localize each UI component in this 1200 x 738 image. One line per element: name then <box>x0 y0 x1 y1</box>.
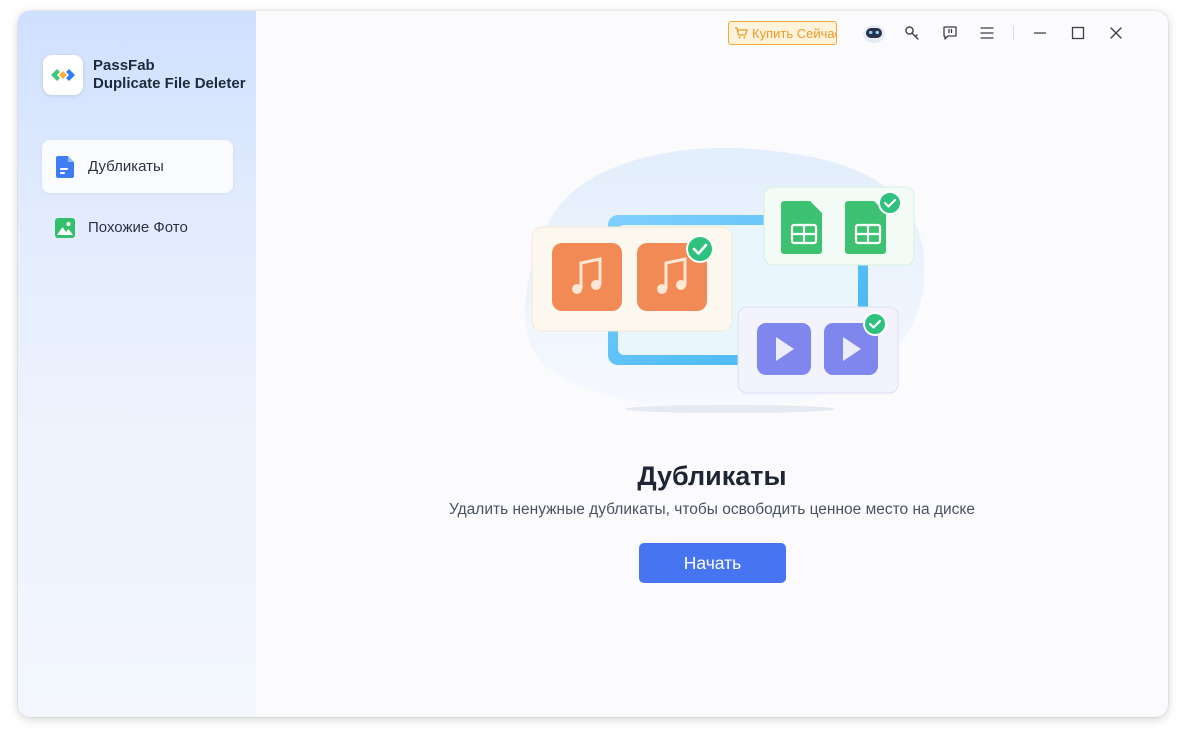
brand-line-1: PassFab <box>93 57 155 74</box>
key-icon[interactable] <box>900 21 924 45</box>
page-subtitle: Удалить ненужные дубликаты, чтобы освобо… <box>449 501 975 518</box>
duplicates-illustration <box>504 145 925 417</box>
buy-now-button[interactable]: Купить Сейчас <box>728 21 837 45</box>
brand-line-2: Duplicate File Deleter <box>93 75 246 92</box>
robot-icon[interactable] <box>862 21 886 45</box>
spreadsheet-duplicates-card <box>763 186 915 266</box>
sidebar-item-label: Похожие Фото <box>88 219 188 236</box>
image-icon <box>55 217 75 239</box>
sidebar-nav: Дубликаты Похожие Фото <box>42 140 233 262</box>
start-button[interactable]: Начать <box>639 543 786 583</box>
brand: PassFab Duplicate File Deleter <box>43 55 246 95</box>
minimize-icon[interactable] <box>1028 21 1052 45</box>
music-duplicates-card <box>531 226 733 332</box>
title-bar-separator <box>1013 26 1014 40</box>
document-icon <box>55 155 75 178</box>
sidebar-item-label: Дубликаты <box>88 158 164 175</box>
close-icon[interactable] <box>1104 21 1128 45</box>
passfab-logo-icon <box>43 55 83 95</box>
maximize-icon[interactable] <box>1066 21 1090 45</box>
sidebar: PassFab Duplicate File Deleter Дубликаты <box>18 11 256 717</box>
video-duplicates-card <box>737 306 899 394</box>
menu-icon[interactable] <box>975 21 999 45</box>
feedback-icon[interactable] <box>938 21 962 45</box>
app-window: PassFab Duplicate File Deleter Дубликаты <box>18 11 1168 717</box>
illustration-shadow <box>625 405 835 413</box>
cart-icon <box>735 27 748 39</box>
page-title: Дубликаты <box>637 461 787 491</box>
sidebar-item-duplicates[interactable]: Дубликаты <box>42 140 233 193</box>
brand-name: PassFab Duplicate File Deleter <box>93 57 246 93</box>
title-bar: Купить Сейчас <box>728 21 1168 45</box>
buy-now-label: Купить Сейчас <box>752 25 837 41</box>
sidebar-item-similar-photos[interactable]: Похожие Фото <box>42 201 233 254</box>
